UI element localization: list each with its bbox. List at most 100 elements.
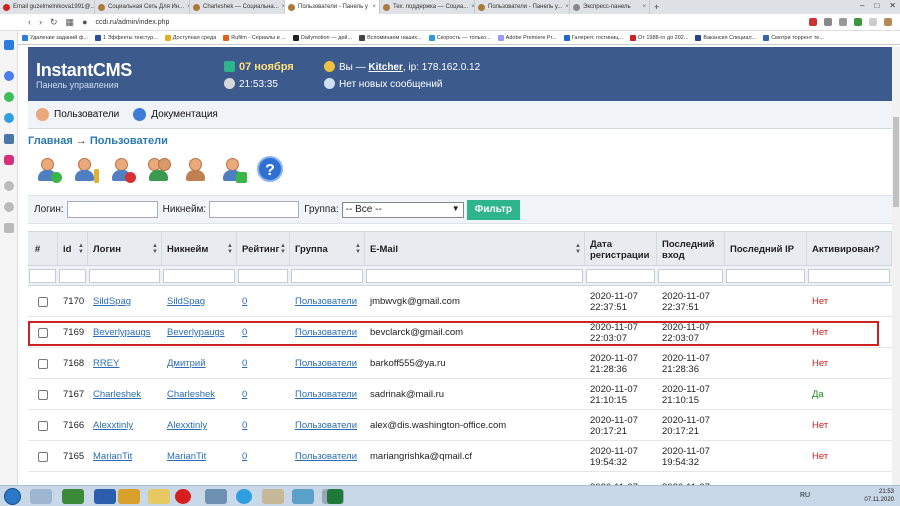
user-login-link[interactable]: Alexxtinly bbox=[93, 420, 133, 431]
maximize-icon[interactable]: □ bbox=[874, 1, 879, 10]
column-search-input[interactable] bbox=[726, 269, 805, 283]
row-checkbox[interactable] bbox=[38, 389, 48, 400]
help-icon[interactable]: ? bbox=[257, 156, 283, 182]
column-search-input[interactable] bbox=[89, 269, 160, 283]
heart-icon[interactable] bbox=[839, 18, 847, 26]
explorer-icon[interactable] bbox=[148, 489, 170, 504]
move-user-icon[interactable] bbox=[220, 156, 248, 184]
extension-icon[interactable] bbox=[809, 18, 817, 26]
minimize-icon[interactable]: – bbox=[860, 1, 864, 10]
bookmark-item[interactable]: Вакансия Специал... bbox=[695, 34, 756, 41]
user-group-link[interactable]: Пользователи bbox=[295, 296, 357, 307]
user-rating-link[interactable]: 0 bbox=[242, 420, 247, 431]
bookmark-item[interactable]: Удаление заданий ф... bbox=[22, 34, 88, 41]
breadcrumb-home[interactable]: Главная bbox=[28, 135, 73, 147]
column-search-input[interactable] bbox=[291, 269, 363, 283]
bookmark-item[interactable]: Adobe Premiere Pr... bbox=[497, 34, 557, 41]
menu-item-docs[interactable]: Документация bbox=[133, 108, 218, 121]
col-header-reg-date[interactable]: Дата регистрации bbox=[585, 232, 657, 267]
bookmark-item[interactable]: Галерея: гостиниц... bbox=[563, 34, 623, 41]
media-icon[interactable] bbox=[62, 489, 84, 504]
forward-icon[interactable]: › bbox=[39, 17, 42, 27]
word-icon[interactable] bbox=[94, 489, 116, 504]
sort-icon[interactable]: ▲ ▼ bbox=[78, 243, 84, 255]
user-rating-link[interactable]: 0 bbox=[242, 358, 247, 369]
bookmark-item[interactable]: 1 Эффекты текстур... bbox=[94, 34, 158, 41]
computer-icon[interactable] bbox=[30, 489, 52, 504]
messenger-icon[interactable] bbox=[4, 71, 14, 81]
close-icon[interactable]: × bbox=[639, 4, 646, 10]
user-nick-link[interactable]: Дмитрий bbox=[167, 358, 206, 369]
browser-tab[interactable]: Charleshek — Социальна... × bbox=[190, 0, 285, 14]
user-rating-link[interactable]: 0 bbox=[242, 327, 247, 338]
user-groups-icon[interactable] bbox=[146, 156, 174, 184]
user-profile-icon[interactable] bbox=[183, 156, 211, 184]
browser-tab[interactable]: Пользователи - Панель у... × bbox=[475, 0, 570, 14]
vk-icon[interactable] bbox=[4, 134, 14, 144]
user-nick-link[interactable]: Alexxtinly bbox=[167, 420, 207, 431]
row-checkbox[interactable] bbox=[38, 327, 48, 338]
breadcrumb-current[interactable]: Пользователи bbox=[90, 135, 168, 147]
browser-tab[interactable]: Тех. поддержка — Социа... × bbox=[380, 0, 475, 14]
history-icon[interactable] bbox=[4, 202, 14, 212]
col-header-login[interactable]: Логин ▲ ▼ bbox=[88, 232, 162, 267]
bookmark-item[interactable]: Доступная среда bbox=[164, 34, 216, 41]
col-header-group[interactable]: Группа ▲ ▼ bbox=[290, 232, 365, 267]
col-header-email[interactable]: E-Mail ▲ ▼ bbox=[365, 232, 585, 267]
user-group-link[interactable]: Пользователи bbox=[295, 358, 357, 369]
browser-tab[interactable]: Email guzelmelnikova1991@...× bbox=[0, 0, 95, 14]
user-group-link[interactable]: Пользователи bbox=[295, 389, 357, 400]
column-search-input[interactable] bbox=[808, 269, 890, 283]
menu-item-users[interactable]: Пользователи bbox=[36, 108, 119, 121]
messages-info[interactable]: Нет новых сообщений bbox=[324, 78, 443, 90]
browser-tab[interactable]: Экспресс-панель × bbox=[570, 0, 650, 14]
menu-icon[interactable] bbox=[869, 18, 877, 26]
user-login-link[interactable]: Charleshek bbox=[93, 389, 141, 400]
close-icon[interactable]: × bbox=[369, 4, 376, 10]
extensions-icon[interactable] bbox=[4, 223, 14, 233]
user-nick-link[interactable]: MarianTit bbox=[167, 451, 206, 462]
speed-dial-icon[interactable]: ▦ bbox=[66, 17, 75, 28]
column-search-input[interactable] bbox=[366, 269, 583, 283]
filter-button[interactable]: Фильтр bbox=[466, 199, 520, 220]
col-header-rating[interactable]: Рейтинг ▲ ▼ bbox=[237, 232, 290, 267]
column-search-input[interactable] bbox=[59, 269, 86, 283]
user-group-link[interactable]: Пользователи bbox=[295, 420, 357, 431]
column-search-input[interactable] bbox=[238, 269, 288, 283]
close-icon[interactable]: × bbox=[468, 4, 474, 10]
opera-icon[interactable] bbox=[175, 489, 191, 504]
telegram-icon[interactable] bbox=[4, 113, 14, 123]
user-group-link[interactable]: Пользователи bbox=[295, 451, 357, 462]
bookmark-item[interactable]: Смотри торрент те... bbox=[763, 34, 824, 41]
group-select[interactable]: -- Все -- ▼ bbox=[341, 201, 464, 218]
edit-user-icon[interactable] bbox=[72, 156, 100, 184]
col-header-last-ip[interactable]: Последний IP bbox=[725, 232, 807, 267]
url-field[interactable]: ccdi.ru/admin/index.php bbox=[96, 19, 170, 26]
activation-status[interactable]: Нет bbox=[812, 358, 828, 369]
add-user-icon[interactable] bbox=[35, 156, 63, 184]
user-login-link[interactable]: SildSpag bbox=[93, 296, 131, 307]
browser-tab[interactable]: Социальная Сеть Для Ин...× bbox=[95, 0, 190, 14]
row-checkbox[interactable] bbox=[38, 420, 48, 431]
back-icon[interactable]: ‹ bbox=[28, 17, 31, 27]
page-scrollbar[interactable] bbox=[892, 47, 900, 485]
whatsapp-icon[interactable] bbox=[4, 92, 14, 102]
reload-icon[interactable]: ↻ bbox=[50, 17, 58, 28]
browser-tab[interactable]: Пользователи - Панель у × bbox=[285, 0, 380, 14]
column-search-input[interactable] bbox=[658, 269, 723, 283]
image-icon[interactable] bbox=[292, 489, 314, 504]
folder-icon[interactable] bbox=[118, 489, 140, 504]
scrollbar-thumb[interactable] bbox=[893, 117, 899, 207]
user-link[interactable]: Kitcher bbox=[368, 62, 402, 73]
col-header-last-login[interactable]: Последний вход bbox=[657, 232, 725, 267]
row-checkbox[interactable] bbox=[38, 358, 48, 369]
row-checkbox[interactable] bbox=[38, 296, 48, 307]
activation-status[interactable]: Нет bbox=[812, 420, 828, 431]
row-checkbox[interactable] bbox=[38, 451, 48, 462]
user-rating-link[interactable]: 0 bbox=[242, 451, 247, 462]
bookmark-item[interactable]: Скорость — только... bbox=[428, 34, 491, 41]
camera-icon[interactable] bbox=[824, 18, 832, 26]
window-icon[interactable] bbox=[205, 489, 227, 504]
bookmark-item[interactable]: Rufilm - Сериалы и ... bbox=[223, 34, 286, 41]
activation-status[interactable]: Да bbox=[812, 389, 824, 400]
